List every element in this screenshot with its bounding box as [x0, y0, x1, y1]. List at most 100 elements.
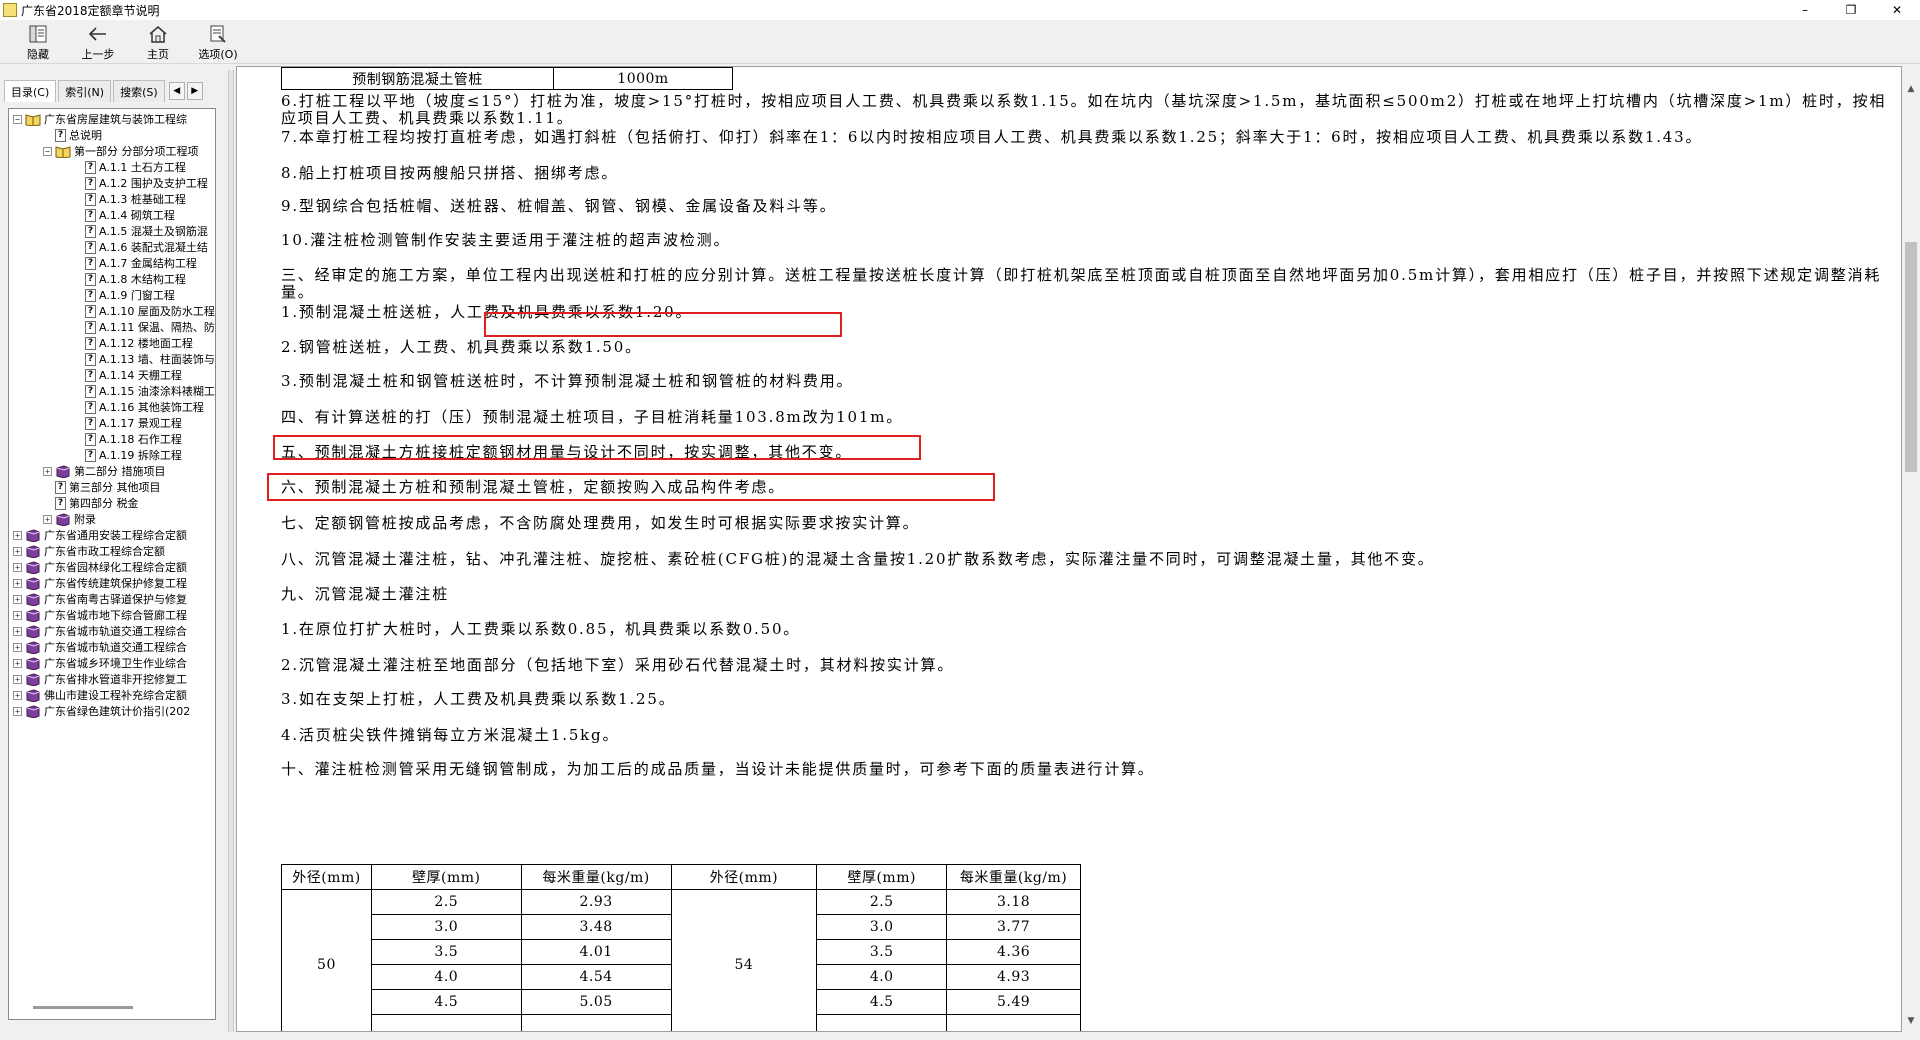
tree-item[interactable]: + 广东省传统建筑保护修复工程	[13, 575, 187, 591]
help-page-icon: ?	[85, 240, 96, 254]
tree-horizontal-scrollbar[interactable]	[33, 1006, 133, 1009]
tree-item[interactable]: + 佛山市建设工程补充综合定额	[13, 687, 187, 703]
tree-item[interactable]: ? A.1.12 楼地面工程	[73, 335, 193, 351]
tree-item[interactable]: + 第二部分 措施项目	[43, 463, 166, 479]
hide-pane-icon	[28, 23, 48, 45]
tree-item-label: A.1.14 天棚工程	[99, 369, 182, 382]
expand-icon[interactable]: +	[13, 626, 22, 636]
expand-icon[interactable]: +	[13, 658, 22, 668]
expand-icon[interactable]: +	[13, 578, 22, 588]
expand-icon[interactable]: +	[13, 546, 22, 556]
tree-item[interactable]: ? A.1.11 保温、隔热、防	[73, 319, 215, 335]
book-icon	[26, 704, 40, 718]
expand-icon[interactable]: +	[13, 562, 22, 572]
tree-item[interactable]: ? 总说明	[43, 127, 102, 143]
table-cell: 4.0	[370, 964, 522, 990]
tree-item[interactable]: ? A.1.10 屋面及防水工程	[73, 303, 215, 319]
table-cell: 2.5	[816, 889, 948, 915]
collapse-icon[interactable]: −	[13, 114, 22, 124]
tree-item[interactable]: + 广东省南粤古驿道保护与修复	[13, 591, 187, 607]
options-button[interactable]: 选项(O)	[188, 20, 248, 64]
expand-icon[interactable]: +	[13, 690, 22, 700]
table-header-row: 外径(mm) 壁厚(mm) 每米重量(kg/m) 外径(mm) 壁厚(mm) 每米重量(k…	[281, 864, 1081, 890]
tree-item-label: 第二部分 措施项目	[74, 465, 166, 478]
scroll-down-icon[interactable]: ▼	[1902, 1012, 1920, 1030]
expand-icon[interactable]: +	[13, 610, 22, 620]
tree-item[interactable]: ? A.1.17 景观工程	[73, 415, 182, 431]
home-button[interactable]: 主页	[128, 20, 188, 64]
help-page-icon: ?	[85, 416, 96, 430]
pane-splitter[interactable]	[228, 70, 234, 1032]
tree-item[interactable]: ? A.1.15 油漆涂料裱糊工	[73, 383, 215, 399]
tree-item[interactable]: ? A.1.5 混凝土及钢筋混	[73, 223, 208, 239]
tree-item[interactable]: + 广东省市政工程综合定额	[13, 543, 165, 559]
table-cell: 4.0	[816, 964, 948, 990]
tree-item[interactable]: + 广东省通用安装工程综合定额	[13, 527, 187, 543]
expand-icon[interactable]: +	[13, 642, 22, 652]
tree-item[interactable]: ? 第三部分 其他项目	[43, 479, 161, 495]
table-cell: 3.5	[816, 939, 948, 965]
tree-item[interactable]: ? A.1.3 桩基础工程	[73, 191, 186, 207]
tree-item[interactable]: ? A.1.2 围护及支护工程	[73, 175, 208, 191]
paragraph: 3.预制混凝土桩和钢管桩送桩时，不计算预制混凝土桩和钢管桩的材料费用。	[281, 372, 854, 390]
scroll-thumb[interactable]	[1905, 242, 1917, 472]
tree-item[interactable]: + 广东省城乡环境卫生作业综合	[13, 655, 187, 671]
tree-item[interactable]: ? A.1.7 金属结构工程	[73, 255, 197, 271]
collapse-icon[interactable]: −	[43, 146, 52, 156]
tab-scroll-right-icon[interactable]: ▶	[186, 82, 203, 100]
tree-item[interactable]: + 广东省排水管道非开挖修复工	[13, 671, 187, 687]
maximize-button[interactable]: ❐	[1828, 0, 1874, 20]
vertical-scrollbar[interactable]: ▲ ▼	[1902, 66, 1920, 1032]
expand-icon[interactable]: +	[13, 530, 22, 540]
tree-item[interactable]: + 广东省城市轨道交通工程综合	[13, 639, 187, 655]
tree-item[interactable]: + 广东省城市地下综合管廊工程	[13, 607, 187, 623]
help-page-icon: ?	[85, 304, 96, 318]
paragraph: 6.打桩工程以平地（坡度≤15°）打桩为准，坡度>15°打桩时，按相应项目人工费…	[281, 92, 1887, 127]
tree-item-label: A.1.8 木结构工程	[99, 273, 186, 286]
options-label: 选项(O)	[198, 47, 238, 61]
contents-tree[interactable]: − 广东省房屋建筑与装饰工程综? 总说明 − 第一部分 分部分项工程项? A.1.1 土石…	[8, 108, 216, 1020]
tree-item[interactable]: + 附录	[43, 511, 96, 527]
help-page-icon: ?	[85, 256, 96, 270]
tree-item[interactable]: ? A.1.9 门窗工程	[73, 287, 175, 303]
tab-search[interactable]: 搜索(S)	[113, 80, 165, 102]
paragraph: 1.在原位打扩大桩时，人工费乘以系数0.85，机具费乘以系数0.50。	[281, 620, 801, 638]
table-cell: 预制钢筋混凝土管桩	[281, 67, 554, 90]
expand-icon[interactable]: +	[13, 674, 22, 684]
tree-item[interactable]: ? A.1.1 土石方工程	[73, 159, 186, 175]
tree-item[interactable]: − 第一部分 分部分项工程项	[43, 143, 199, 159]
help-page-icon: ?	[85, 272, 96, 286]
tree-item[interactable]: ? A.1.13 墙、柱面装饰与	[73, 351, 215, 367]
expand-icon[interactable]: +	[13, 594, 22, 604]
tree-item[interactable]: ? A.1.18 石作工程	[73, 431, 182, 447]
tree-item[interactable]: − 广东省房屋建筑与装饰工程综	[13, 111, 187, 127]
tree-item[interactable]: + 广东省园林绿化工程综合定额	[13, 559, 187, 575]
expand-icon[interactable]: +	[43, 466, 52, 476]
tree-item[interactable]: ? A.1.14 天棚工程	[73, 367, 182, 383]
tab-index[interactable]: 索引(N)	[58, 80, 112, 102]
tree-item[interactable]: + 广东省绿色建筑计价指引(202	[13, 703, 190, 719]
scroll-up-icon[interactable]: ▲	[1902, 80, 1920, 98]
tree-item[interactable]: ? A.1.16 其他装饰工程	[73, 399, 204, 415]
hide-button[interactable]: 隐藏	[8, 20, 68, 64]
expand-icon[interactable]: +	[13, 706, 22, 716]
minimize-button[interactable]: –	[1782, 0, 1828, 20]
tree-item[interactable]: ? A.1.19 拆除工程	[73, 447, 182, 463]
outer-diameter-cell: 54	[670, 889, 818, 1031]
tree-item[interactable]: ? A.1.8 木结构工程	[73, 271, 186, 287]
help-page-icon: ?	[85, 352, 96, 366]
tab-scroll-left-icon[interactable]: ◀	[168, 82, 185, 100]
tree-item[interactable]: ? A.1.6 装配式混凝土结	[73, 239, 208, 255]
back-button[interactable]: 上一步	[68, 20, 128, 64]
expand-icon[interactable]: +	[43, 514, 52, 524]
tree-item[interactable]: + 广东省城市轨道交通工程综合	[13, 623, 187, 639]
top-table: 预制钢筋混凝土管桩 1000m	[281, 67, 733, 90]
book-icon	[26, 528, 40, 542]
content-area: 预制钢筋混凝土管桩 1000m 6.打桩工程以平地（坡度≤15°）打桩为准，坡度…	[236, 66, 1902, 1032]
tree-item[interactable]: ? 第四部分 税金	[43, 495, 139, 511]
tab-contents[interactable]: 目录(C)	[4, 80, 57, 102]
tree-item[interactable]: ? A.1.4 砌筑工程	[73, 207, 175, 223]
close-button[interactable]: ✕	[1874, 0, 1920, 20]
navigation-pane: 目录(C) 索引(N) 搜索(S) ◀ ▶ − 广东省房屋建筑与装饰工程综? 总说明…	[4, 76, 224, 1032]
table-cell: 4.36	[946, 939, 1081, 965]
